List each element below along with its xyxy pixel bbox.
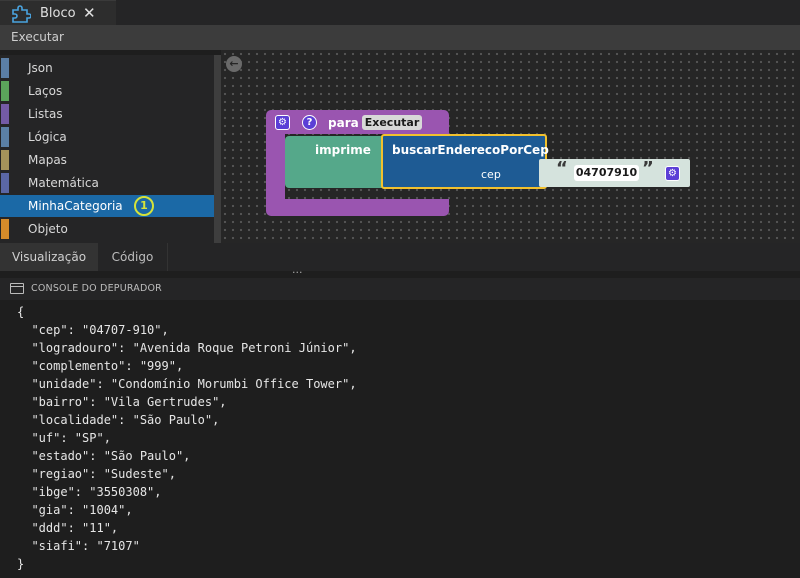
procedure-block-footer [266, 199, 449, 216]
debug-console: CONSOLE DO DEPURADOR { "cep": "04707-910… [0, 278, 800, 578]
console-line: "bairro": "Vila Gertrudes", [17, 395, 227, 409]
category-matematica[interactable]: Matemática [0, 172, 214, 194]
step-badge: 1 [134, 196, 154, 216]
category-color [1, 196, 9, 216]
category-label: Mapas [28, 153, 67, 167]
puzzle-icon [12, 5, 31, 23]
console-line: "ddd": "11", [17, 521, 119, 535]
tab-bloco[interactable]: Bloco ✕ [0, 0, 116, 25]
console-line: "estado": "São Paulo", [17, 449, 191, 463]
console-line: "gia": "1004", [17, 503, 133, 517]
console-line: { [17, 305, 25, 319]
console-line: } [17, 557, 25, 571]
category-color [1, 127, 9, 147]
category-minhacategoria[interactable]: MinhaCategoria 1 [0, 195, 214, 217]
toolbox: Json Laços Listas Lógica Mapas Matemátic… [0, 55, 214, 243]
category-label: Listas [28, 107, 63, 121]
category-logica[interactable]: Lógica [0, 126, 214, 148]
category-color [1, 150, 9, 170]
category-color [1, 81, 9, 101]
console-line: "localidade": "São Paulo", [17, 413, 220, 427]
close-icon[interactable]: ✕ [83, 4, 96, 22]
splitter-handle[interactable]: ... [292, 263, 303, 276]
category-objeto[interactable]: Objeto [0, 218, 214, 240]
console-line: "complemento": "999", [17, 359, 184, 373]
tab-title: Bloco [40, 6, 76, 21]
console-line: "siafi": "7107" [17, 539, 140, 553]
console-icon [10, 283, 24, 294]
text-gear-icon[interactable]: ⚙ [665, 166, 680, 181]
category-mapas[interactable]: Mapas [0, 149, 214, 171]
console-line: "cep": "04707-910", [17, 323, 169, 337]
block-workspace[interactable]: ← ⚙ ? para Executar imprime buscarEndere… [221, 50, 800, 243]
toolbox-scrollbar[interactable] [214, 55, 221, 243]
category-lacos[interactable]: Laços [0, 80, 214, 102]
procedure-gear-icon[interactable]: ⚙ [275, 115, 290, 130]
console-line: "logradouro": "Avenida Roque Petroni Jún… [17, 341, 357, 355]
tab-codigo[interactable]: Código [98, 243, 168, 271]
text-value-field[interactable]: 04707910 [574, 165, 639, 181]
category-json[interactable]: Json [0, 57, 214, 79]
close-quote-icon: ” [642, 158, 654, 179]
console-title: CONSOLE DO DEPURADOR [31, 283, 162, 294]
run-button[interactable]: Executar [11, 30, 64, 44]
console-line: "unidade": "Condomínio Morumbi Office To… [17, 377, 357, 391]
category-color [1, 104, 9, 124]
back-arrow-icon[interactable]: ← [226, 56, 242, 72]
tab-visualizacao[interactable]: Visualização [0, 243, 98, 271]
category-label: Objeto [28, 222, 68, 236]
tab-strip: Bloco ✕ [0, 0, 800, 25]
category-label: MinhaCategoria [28, 199, 123, 213]
print-block-label: imprime [315, 143, 371, 157]
run-toolbar: Executar [0, 25, 800, 50]
category-label: Laços [28, 84, 63, 98]
console-output: { "cep": "04707-910", "logradouro": "Ave… [17, 303, 357, 573]
param-label-cep: cep [481, 168, 501, 181]
console-header: CONSOLE DO DEPURADOR [0, 278, 800, 300]
category-label: Json [28, 61, 53, 75]
console-line: "regiao": "Sudeste", [17, 467, 176, 481]
category-color [1, 219, 9, 239]
category-label: Lógica [28, 130, 67, 144]
category-color [1, 58, 9, 78]
bottom-tabs: Visualização Código [0, 243, 800, 271]
category-listas[interactable]: Listas [0, 103, 214, 125]
console-line: "ibge": "3550308", [17, 485, 162, 499]
category-color [1, 173, 9, 193]
procedure-name-field[interactable]: Executar [362, 115, 422, 130]
console-line: "uf": "SP", [17, 431, 111, 445]
procedure-keyword: para [328, 116, 359, 130]
category-label: Matemática [28, 176, 99, 190]
help-icon[interactable]: ? [302, 115, 317, 130]
function-call-label: buscarEnderecoPorCep [392, 143, 549, 157]
procedure-block-body [266, 134, 285, 199]
open-quote-icon: “ [556, 158, 568, 179]
